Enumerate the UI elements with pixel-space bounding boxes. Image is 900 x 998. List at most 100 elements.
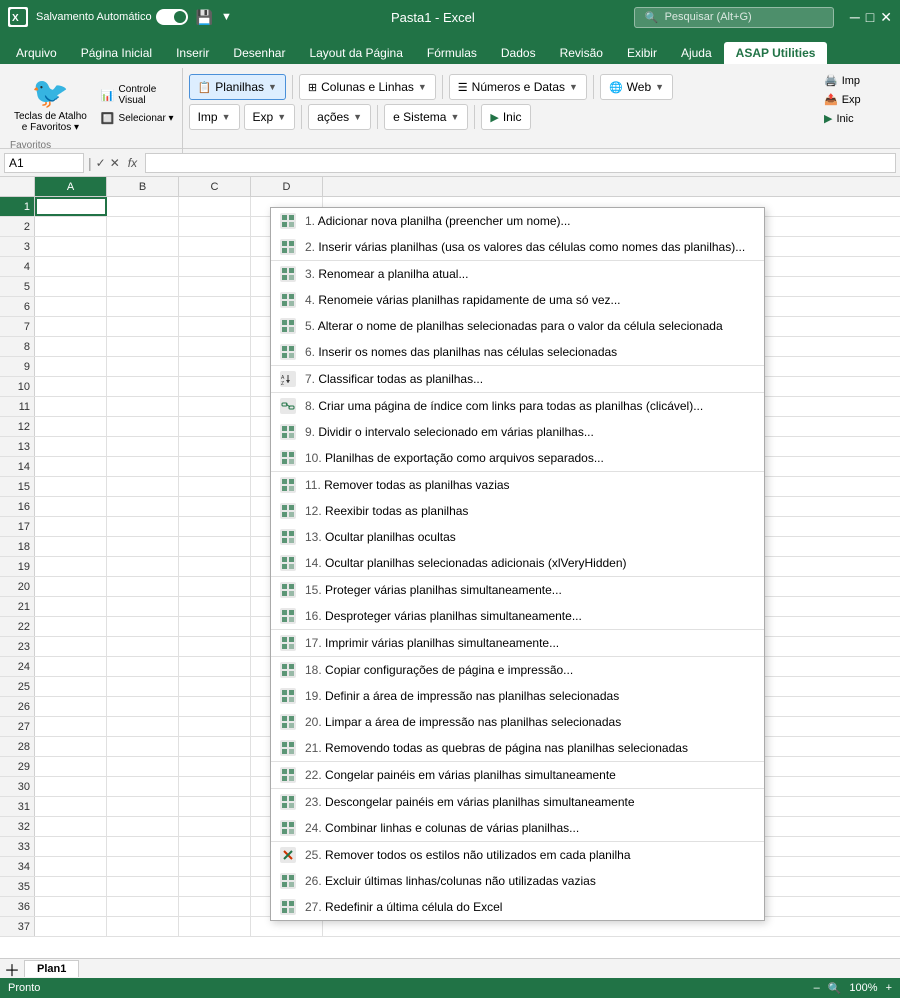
pill-web[interactable]: 🌐 Web ▼ xyxy=(600,74,673,100)
cell-27-2[interactable] xyxy=(179,717,251,736)
cell-24-1[interactable] xyxy=(107,657,179,676)
dropdown-item-25[interactable]: 25. Remover todos os estilos não utiliza… xyxy=(271,842,764,868)
cell-27-1[interactable] xyxy=(107,717,179,736)
row-header-12[interactable]: 12 xyxy=(0,417,35,436)
row-header-19[interactable]: 19 xyxy=(0,557,35,576)
cell-28-2[interactable] xyxy=(179,737,251,756)
dropdown-item-1[interactable]: 1. Adicionar nova planilha (preencher um… xyxy=(271,208,764,234)
cell-3-2[interactable] xyxy=(179,237,251,256)
dropdown-item-11[interactable]: 11. Remover todas as planilhas vazias xyxy=(271,472,764,498)
row-header-31[interactable]: 31 xyxy=(0,797,35,816)
row-header-15[interactable]: 15 xyxy=(0,477,35,496)
cell-5-0[interactable] xyxy=(35,277,107,296)
cell-10-0[interactable] xyxy=(35,377,107,396)
pill-colunas-linhas[interactable]: ⊞ Colunas e Linhas ▼ xyxy=(299,74,436,100)
cell-19-0[interactable] xyxy=(35,557,107,576)
cell-3-0[interactable] xyxy=(35,237,107,256)
row-header-2[interactable]: 2 xyxy=(0,217,35,236)
row-header-6[interactable]: 6 xyxy=(0,297,35,316)
cell-5-1[interactable] xyxy=(107,277,179,296)
cell-12-1[interactable] xyxy=(107,417,179,436)
row-header-5[interactable]: 5 xyxy=(0,277,35,296)
sheet-tab-plan1[interactable]: Plan1 xyxy=(24,960,79,977)
cell-16-0[interactable] xyxy=(35,497,107,516)
row-header-4[interactable]: 4 xyxy=(0,257,35,276)
formula-input[interactable] xyxy=(145,153,896,173)
cell-4-2[interactable] xyxy=(179,257,251,276)
col-header-a[interactable]: A xyxy=(35,177,107,196)
cell-34-2[interactable] xyxy=(179,857,251,876)
close-button[interactable]: ✕ xyxy=(880,9,892,26)
cell-11-0[interactable] xyxy=(35,397,107,416)
cell-18-2[interactable] xyxy=(179,537,251,556)
dropdown-item-10[interactable]: 10. Planilhas de exportação como arquivo… xyxy=(271,445,764,471)
cell-1-2[interactable] xyxy=(179,197,251,216)
dropdown-item-24[interactable]: 24. Combinar linhas e colunas de várias … xyxy=(271,815,764,841)
row-header-1[interactable]: 1 xyxy=(0,197,35,216)
cell-26-0[interactable] xyxy=(35,697,107,716)
formula-check-icon[interactable]: ✓ xyxy=(96,156,106,170)
cell-17-0[interactable] xyxy=(35,517,107,536)
dropdown-item-12[interactable]: 12. Reexibir todas as planilhas xyxy=(271,498,764,524)
cell-32-0[interactable] xyxy=(35,817,107,836)
cell-11-1[interactable] xyxy=(107,397,179,416)
dropdown-item-6[interactable]: 6. Inserir os nomes das planilhas nas cé… xyxy=(271,339,764,365)
cell-28-1[interactable] xyxy=(107,737,179,756)
cell-29-2[interactable] xyxy=(179,757,251,776)
row-header-3[interactable]: 3 xyxy=(0,237,35,256)
cell-22-2[interactable] xyxy=(179,617,251,636)
pill-exp[interactable]: Exp ▼ xyxy=(244,104,296,130)
row-header-21[interactable]: 21 xyxy=(0,597,35,616)
cell-4-0[interactable] xyxy=(35,257,107,276)
cell-16-1[interactable] xyxy=(107,497,179,516)
dropdown-item-16[interactable]: 16. Desproteger várias planilhas simulta… xyxy=(271,603,764,629)
cell-37-0[interactable] xyxy=(35,917,107,936)
row-header-28[interactable]: 28 xyxy=(0,737,35,756)
cell-14-2[interactable] xyxy=(179,457,251,476)
row-header-26[interactable]: 26 xyxy=(0,697,35,716)
dropdown-item-13[interactable]: 13. Ocultar planilhas ocultas xyxy=(271,524,764,550)
cell-33-0[interactable] xyxy=(35,837,107,856)
btn-exp-right[interactable]: 📤 Exp xyxy=(820,91,892,108)
cell-13-1[interactable] xyxy=(107,437,179,456)
cell-29-0[interactable] xyxy=(35,757,107,776)
cell-19-1[interactable] xyxy=(107,557,179,576)
cell-3-1[interactable] xyxy=(107,237,179,256)
pill-planilhas[interactable]: 📋 Planilhas ▼ xyxy=(189,74,286,100)
dropdown-item-15[interactable]: 15. Proteger várias planilhas simultanea… xyxy=(271,577,764,603)
dropdown-item-26[interactable]: 26. Excluir últimas linhas/colunas não u… xyxy=(271,868,764,894)
cell-35-1[interactable] xyxy=(107,877,179,896)
cell-15-2[interactable] xyxy=(179,477,251,496)
cell-7-2[interactable] xyxy=(179,317,251,336)
cell-24-2[interactable] xyxy=(179,657,251,676)
cell-5-2[interactable] xyxy=(179,277,251,296)
dropdown-item-19[interactable]: 19. Definir a área de impressão nas plan… xyxy=(271,683,764,709)
dropdown-item-5[interactable]: 5. Alterar o nome de planilhas seleciona… xyxy=(271,313,764,339)
cell-26-2[interactable] xyxy=(179,697,251,716)
cell-14-0[interactable] xyxy=(35,457,107,476)
tab-arquivo[interactable]: Arquivo xyxy=(4,42,69,64)
pill-e-sistema[interactable]: e Sistema ▼ xyxy=(384,104,468,130)
dropdown-item-3[interactable]: 3. Renomear a planilha atual... xyxy=(271,261,764,287)
cell-37-1[interactable] xyxy=(107,917,179,936)
formula-cross-icon[interactable]: ✕ xyxy=(110,156,120,170)
cell-22-0[interactable] xyxy=(35,617,107,636)
tab-ajuda[interactable]: Ajuda xyxy=(669,42,724,64)
row-header-29[interactable]: 29 xyxy=(0,757,35,776)
cell-13-2[interactable] xyxy=(179,437,251,456)
cell-11-2[interactable] xyxy=(179,397,251,416)
cell-7-1[interactable] xyxy=(107,317,179,336)
cell-8-0[interactable] xyxy=(35,337,107,356)
row-header-36[interactable]: 36 xyxy=(0,897,35,916)
cell-24-0[interactable] xyxy=(35,657,107,676)
row-header-18[interactable]: 18 xyxy=(0,537,35,556)
col-header-d[interactable]: D xyxy=(251,177,323,196)
cell-4-1[interactable] xyxy=(107,257,179,276)
row-header-7[interactable]: 7 xyxy=(0,317,35,336)
row-header-16[interactable]: 16 xyxy=(0,497,35,516)
minimize-button[interactable]: ─ xyxy=(850,9,860,26)
cell-23-0[interactable] xyxy=(35,637,107,656)
cell-32-2[interactable] xyxy=(179,817,251,836)
name-box[interactable] xyxy=(4,153,84,173)
cell-9-2[interactable] xyxy=(179,357,251,376)
